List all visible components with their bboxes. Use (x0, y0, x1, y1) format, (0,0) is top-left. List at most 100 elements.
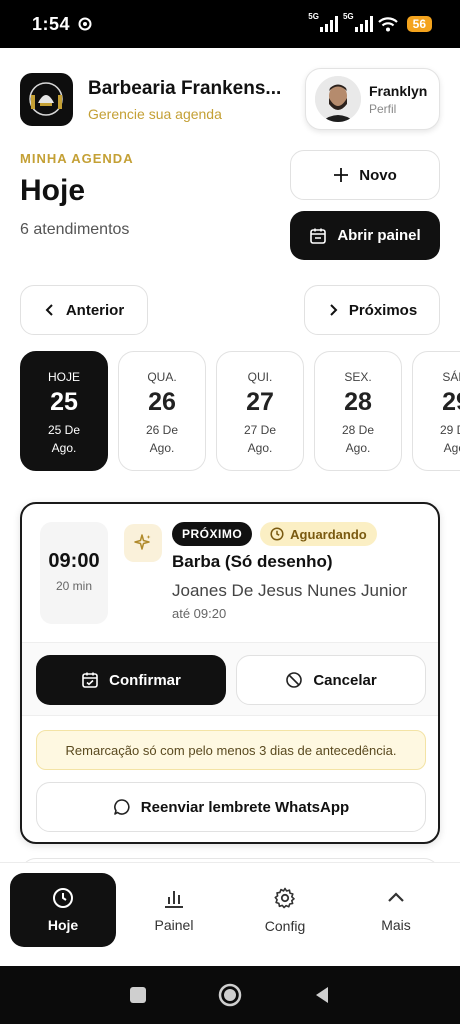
signal-icon (319, 16, 338, 32)
day-card-wed[interactable]: QUA. 26 26 De Ago. (118, 351, 206, 471)
chevron-right-icon (330, 304, 338, 316)
day-number: 28 (344, 388, 372, 416)
home-icon[interactable] (218, 983, 242, 1007)
status-time: 1:54 (32, 13, 71, 34)
day-date: 27 De Ago. (217, 421, 303, 457)
day-date: 28 De Ago. (315, 421, 401, 457)
reschedule-notice: Remarcação só com pelo menos 3 dias de a… (36, 730, 426, 770)
day-card-sat[interactable]: SÁB. 29 29 De Ago. (412, 351, 460, 471)
previous-button[interactable]: Anterior (20, 285, 148, 335)
day-number: 29 (442, 388, 460, 416)
status-badge: Aguardando (260, 522, 377, 546)
appointment-time: 09:00 (48, 550, 100, 572)
day-card-fri[interactable]: SEX. 28 28 De Ago. (314, 351, 402, 471)
avatar (315, 76, 361, 122)
shop-name: Barbearia Frankens... (88, 78, 282, 99)
recent-apps-icon[interactable] (128, 985, 148, 1005)
next-badge: PRÓXIMO (172, 522, 253, 546)
day-date-line1: 25 De (47, 423, 81, 437)
profile-button[interactable]: Franklyn Perfil (305, 68, 440, 130)
appointment-time-box: 09:00 20 min (40, 522, 108, 624)
appointment-actions: Confirmar Cancelar (22, 642, 438, 716)
day-weekday: QUI. (247, 370, 273, 384)
next-label: Próximos (348, 301, 418, 319)
system-nav-bar (0, 966, 460, 1024)
nav-item-config[interactable]: Config (232, 873, 338, 947)
next-button[interactable]: Próximos (304, 285, 440, 335)
nav-label: Painel (154, 917, 194, 933)
clock-icon (53, 888, 73, 908)
bottom-nav: Hoje Painel Config Mais (0, 862, 460, 966)
day-date-line1: 29 De (439, 423, 460, 437)
new-button-label: Novo (359, 166, 397, 184)
day-weekday: SEX. (344, 370, 372, 384)
page-title: Hoje (20, 174, 86, 207)
calendar-check-icon (82, 672, 98, 688)
day-date-line1: 26 De (145, 423, 179, 437)
profile-name: Franklyn (369, 82, 428, 99)
nav-label: Hoje (47, 917, 79, 933)
clock-icon (270, 527, 284, 541)
chevron-up-icon (388, 892, 404, 902)
agenda-kicker: MINHA AGENDA (20, 151, 134, 166)
plus-icon (334, 168, 349, 182)
day-date-line2: Ago. (443, 441, 460, 455)
status-badge-label: Aguardando (290, 526, 367, 542)
new-appointment-button[interactable]: Novo (290, 150, 440, 200)
nav-label: Config (264, 918, 306, 934)
appointments-count: 6 atendimentos (20, 221, 130, 238)
gear-icon (274, 887, 295, 909)
appointment-duration: 20 min (55, 579, 93, 593)
status-bar: 1:54 5G 5G 56 (0, 0, 460, 48)
service-name: Barba (Só desenho) (172, 552, 333, 571)
day-selector: HOJE 25 25 De Ago. QUA. 26 26 De Ago. QUI.… (20, 351, 460, 471)
day-number: 25 (50, 388, 78, 416)
client-name: Joanes De Jesus Nunes Junior (172, 581, 408, 600)
appointment-badges: PRÓXIMO Aguardando (172, 522, 377, 546)
wifi-icon (377, 17, 398, 32)
sync-icon (78, 17, 92, 31)
bar-chart-icon (165, 891, 183, 908)
nav-label: Mais (381, 917, 411, 933)
day-date-line2: Ago. (247, 441, 273, 455)
app-header: Barbearia Frankens... Gerencie sua agend… (20, 68, 440, 132)
day-weekday: HOJE (47, 370, 80, 384)
day-date-line1: 28 De (341, 423, 375, 437)
day-weekday: QUA. (147, 370, 177, 384)
appointment-card[interactable]: 09:00 20 min PRÓXIMO Aguardando Barba (S… (20, 502, 440, 844)
nav-item-mais[interactable]: Mais (343, 873, 449, 947)
day-date: 25 De Ago. (21, 421, 107, 457)
nav-item-painel[interactable]: Painel (121, 873, 227, 947)
appointment-end-time: até 09:20 (172, 606, 227, 621)
confirm-button[interactable]: Confirmar (36, 655, 226, 705)
sparkle-icon (124, 524, 162, 562)
resend-whatsapp-button[interactable]: Reenviar lembrete WhatsApp (36, 782, 426, 832)
open-panel-button[interactable]: Abrir painel (290, 211, 440, 260)
cancel-button[interactable]: Cancelar (236, 655, 426, 705)
ban-icon (286, 672, 303, 688)
cancel-label: Cancelar (313, 671, 377, 689)
chevron-left-icon (45, 304, 53, 316)
nav-item-hoje[interactable]: Hoje (10, 873, 116, 947)
battery-indicator: 56 (406, 16, 432, 32)
resend-whatsapp-label: Reenviar lembrete WhatsApp (140, 798, 350, 816)
day-date-line2: Ago. (345, 441, 371, 455)
day-card-thu[interactable]: QUI. 27 27 De Ago. (216, 351, 304, 471)
calendar-icon (310, 228, 327, 244)
barbershop-logo (20, 73, 73, 126)
profile-role: Perfil (369, 101, 397, 116)
day-date-line2: Ago. (51, 441, 77, 455)
day-date-line1: 27 De (243, 423, 277, 437)
network-type-2: 5G (342, 11, 354, 21)
day-date: 29 De Ago. (413, 421, 460, 457)
shop-subtitle: Gerencie sua agenda (88, 106, 222, 122)
day-date: 26 De Ago. (119, 421, 205, 457)
network-type-1: 5G (308, 11, 319, 21)
day-number: 26 (148, 388, 176, 416)
day-weekday: SÁB. (442, 370, 460, 384)
chat-bubble-icon (113, 799, 130, 815)
day-card-today[interactable]: HOJE 25 25 De Ago. (20, 351, 108, 471)
day-date-line2: Ago. (149, 441, 175, 455)
back-icon[interactable] (312, 985, 332, 1005)
previous-label: Anterior (65, 301, 125, 319)
